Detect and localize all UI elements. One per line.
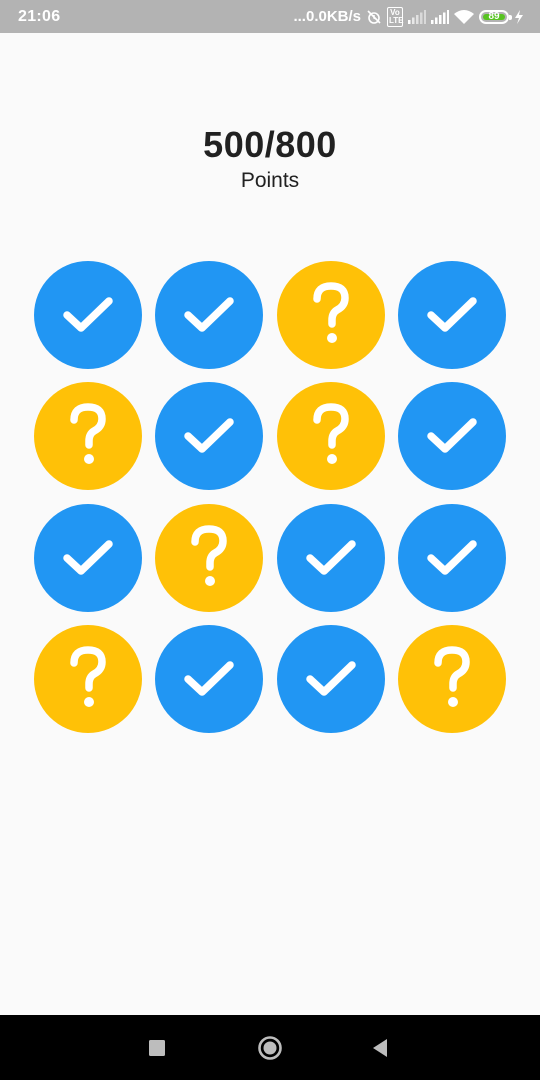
score-label: Points [240,169,300,192]
tile-hidden[interactable] [34,624,142,733]
check-icon [184,661,235,696]
check-icon [305,539,356,575]
tile-hidden[interactable] [155,503,264,612]
tile-hidden[interactable] [276,382,385,491]
volte-label: Vo LTE [389,7,404,25]
recents-square-icon [149,1039,165,1056]
alarm-off-icon [366,9,382,25]
wifi-icon [454,9,474,24]
signal-icon [408,9,426,24]
back-button[interactable] [350,1015,410,1080]
battery-nub [509,14,512,20]
battery-level: 89 [488,11,500,22]
check-icon [63,539,113,575]
question-mark-icon [312,403,349,465]
tile-done[interactable] [155,382,264,491]
question-mark-icon [70,646,106,707]
question-mark-icon [312,282,349,343]
tile-hidden[interactable] [276,261,385,369]
tile-done[interactable] [276,624,385,733]
home-circle-icon [258,1035,282,1060]
question-mark-icon [434,646,470,707]
question-mark-icon [70,403,106,465]
volte-icon: Vo LTE [387,6,404,27]
tile-done[interactable] [34,261,142,369]
battery-icon: 89 [479,9,512,24]
tile-done[interactable] [397,261,506,369]
network-speed: ...0.0KB/s [293,8,361,25]
signal-icon [431,9,449,24]
status-bar: 21:06 ...0.0KB/s Vo LTE 89 [0,0,540,33]
check-icon [184,297,235,332]
tile-done[interactable] [397,503,506,612]
navigation-bar [0,1015,540,1080]
check-icon [184,418,235,454]
home-button[interactable] [240,1015,300,1080]
tile-done[interactable] [397,382,506,491]
tile-grid [34,261,506,733]
check-icon [427,539,477,575]
check-icon [427,297,477,332]
charging-icon [514,9,524,24]
check-icon [427,418,477,454]
tile-hidden[interactable] [34,382,142,491]
question-mark-icon [191,524,228,586]
tile-done[interactable] [34,503,142,612]
recents-button[interactable] [127,1015,187,1080]
back-triangle-icon [373,1038,387,1057]
tile-hidden[interactable] [397,624,506,733]
check-icon [63,297,113,332]
tile-done[interactable] [155,624,264,733]
check-icon [305,661,356,696]
score-value: 500/800 [203,124,337,165]
status-icons: ...0.0KB/s Vo LTE 89 [293,6,524,27]
tile-done[interactable] [276,503,385,612]
status-time: 21:06 [18,7,61,25]
tile-done[interactable] [155,261,264,369]
